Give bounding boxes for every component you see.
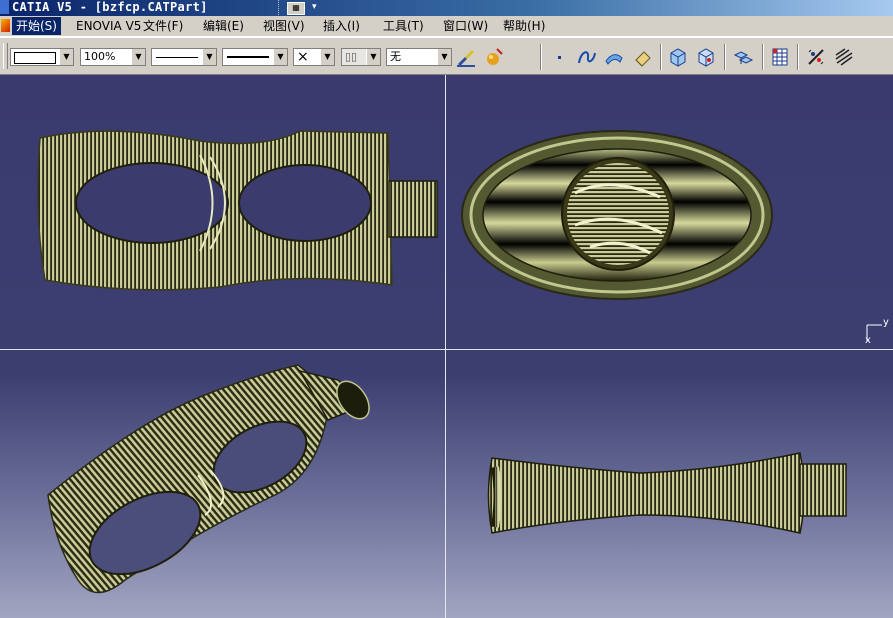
model-isometric-view[interactable] (47, 364, 376, 594)
chevron-down-icon[interactable]: ▼ (273, 49, 287, 65)
zoom-value: 100% (84, 50, 116, 63)
axis-x-label: x (865, 335, 871, 346)
chevron-down-icon[interactable]: ▼ (437, 49, 451, 65)
chevron-down-icon[interactable]: ▼ (202, 49, 216, 65)
3d-viewport[interactable]: y x (0, 75, 893, 618)
toolbar-grip[interactable] (278, 0, 283, 15)
window-title: CATIA V5 - [bzfcp.CATPart] (12, 0, 208, 14)
lineweight-combo[interactable]: ▼ (222, 48, 288, 66)
point-style-value: × (297, 49, 309, 65)
chevron-down-icon[interactable]: ▼ (59, 49, 73, 65)
snap-icon[interactable] (805, 46, 827, 68)
menu-bar: 开始(S) ENOVIA V5 文件(F) 编辑(E) 视图(V) 插入(I) … (0, 16, 893, 37)
point-icon[interactable] (549, 46, 571, 68)
name-combo[interactable]: 无 ▼ (386, 48, 452, 66)
graphic-properties-toolbar: ▼ 100% ▼ ▼ ▼ × ▼ ▯▯ ▼ 无 ▼ (0, 37, 893, 75)
chevron-down-icon[interactable]: ▼ (131, 49, 145, 65)
menu-edit[interactable]: 编辑(E) (199, 17, 248, 35)
menu-window[interactable]: 窗口(W) (439, 17, 492, 35)
menu-start[interactable]: 开始(S) (12, 17, 61, 35)
name-value: 无 (390, 50, 401, 63)
apply-material-icon[interactable] (483, 46, 505, 68)
multi-view-icon[interactable] (732, 46, 754, 68)
catia-app-icon[interactable] (0, 0, 9, 14)
menu-view[interactable]: 视图(V) (259, 17, 309, 35)
toolbar-separator (660, 44, 662, 70)
chevron-down-icon[interactable]: ▼ (320, 49, 334, 65)
color-swatch (14, 52, 56, 64)
chevron-down-icon[interactable]: ▾ (312, 0, 317, 15)
model-side-view[interactable] (487, 452, 847, 534)
lineweight-preview (227, 56, 269, 58)
menu-enovia[interactable]: ENOVIA V5 (72, 17, 145, 35)
back-view-icon[interactable] (695, 46, 717, 68)
toolbar-separator (797, 44, 799, 70)
toolbar-separator (762, 44, 764, 70)
linetype-preview (156, 57, 198, 58)
curve-icon[interactable] (576, 46, 598, 68)
point-style-combo[interactable]: × ▼ (293, 48, 335, 66)
eraser-icon[interactable] (632, 46, 654, 68)
axis-compass: y x (865, 317, 889, 346)
surface-icon[interactable] (603, 46, 625, 68)
color-combo[interactable]: ▼ (10, 48, 74, 66)
front-view-icon[interactable] (667, 46, 689, 68)
painter-icon[interactable] (455, 46, 477, 68)
menu-tools[interactable]: 工具(T) (379, 17, 428, 35)
menu-file[interactable]: 文件(F) (139, 17, 187, 35)
chevron-down-icon[interactable]: ▼ (366, 49, 380, 65)
toolbar-separator (724, 44, 726, 70)
keyboard-icon[interactable]: ▦ (287, 2, 305, 15)
toolbar-separator (540, 44, 542, 70)
title-bar: CATIA V5 - [bzfcp.CATPart] ▦ ▾ (0, 0, 893, 16)
grid-icon[interactable] (769, 46, 791, 68)
toolbar-grip[interactable] (3, 43, 8, 69)
hatch-icon[interactable] (833, 46, 855, 68)
layer-combo[interactable]: ▯▯ ▼ (341, 48, 381, 66)
model-front-view[interactable] (37, 130, 438, 291)
layer-icon: ▯▯ (345, 50, 358, 63)
axis-y-label: y (883, 317, 889, 328)
menu-help[interactable]: 帮助(H) (499, 17, 549, 35)
linetype-combo[interactable]: ▼ (151, 48, 217, 66)
model-end-view[interactable] (461, 130, 773, 300)
menu-insert[interactable]: 插入(I) (319, 17, 364, 35)
zoom-combo[interactable]: 100% ▼ (80, 48, 146, 66)
document-icon[interactable] (1, 19, 10, 32)
